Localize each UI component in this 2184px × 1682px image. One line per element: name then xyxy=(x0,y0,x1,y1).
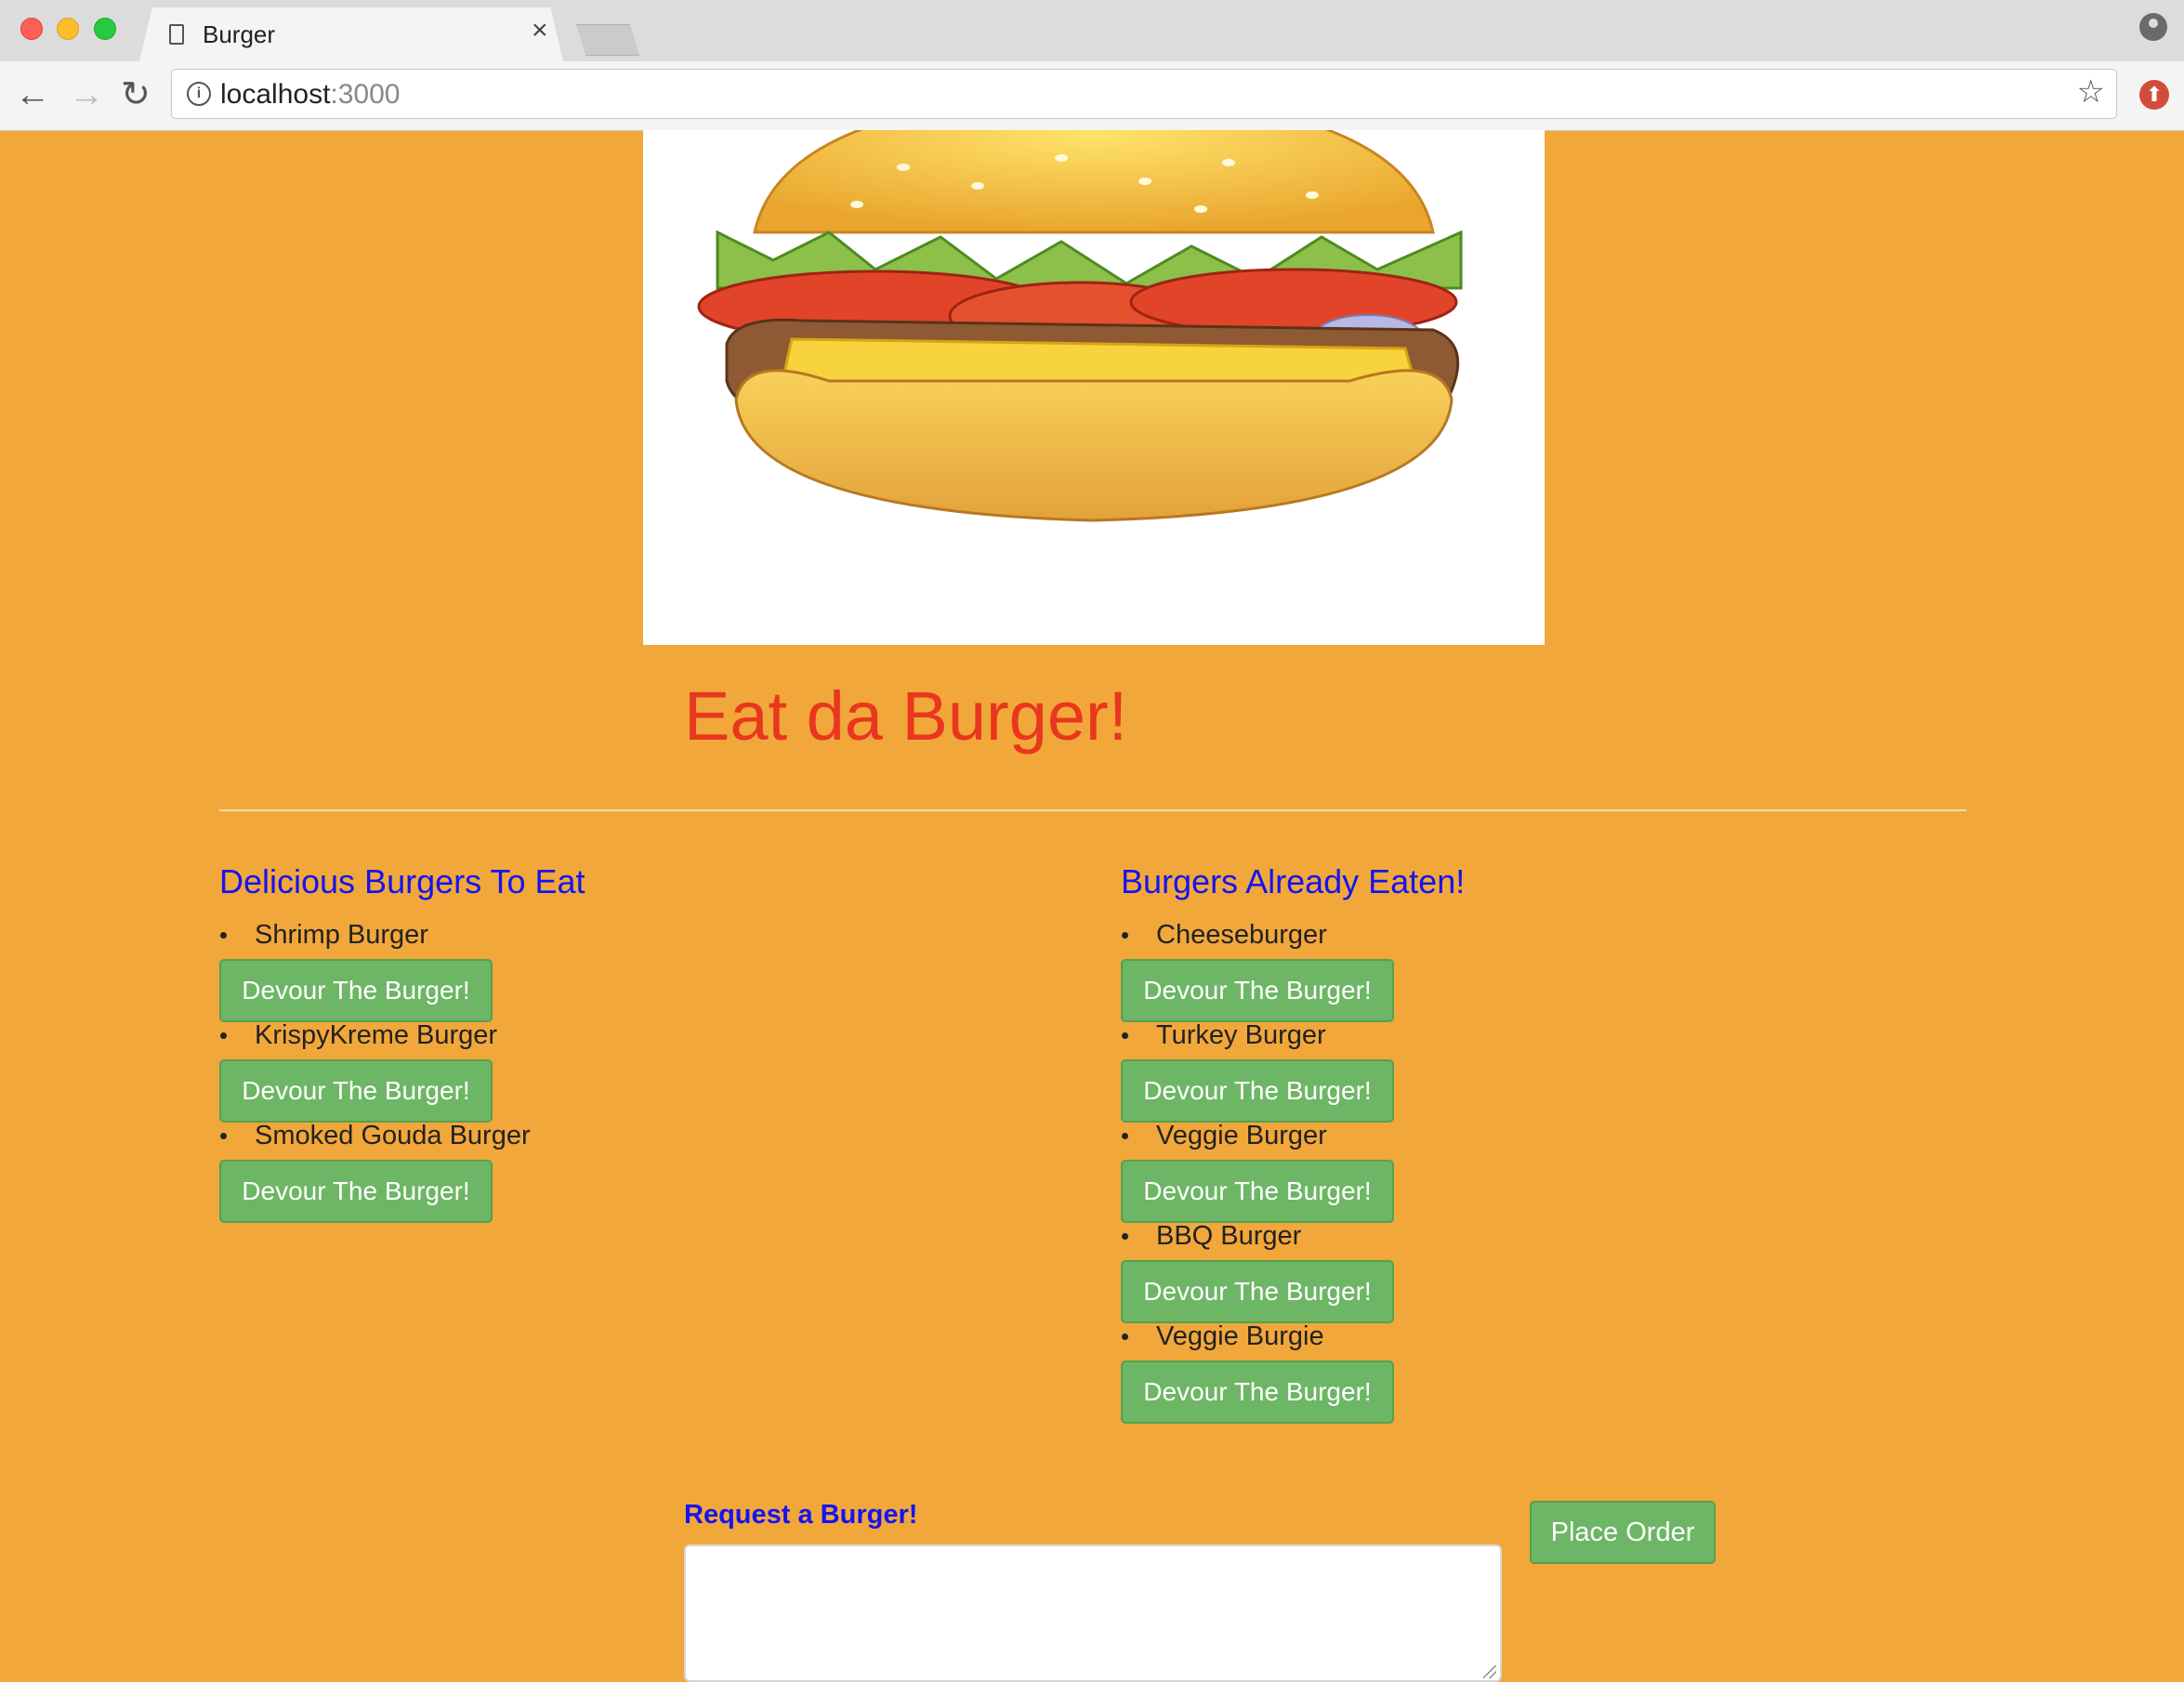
address-bar[interactable]: i localhost:3000 ☆ xyxy=(171,69,2117,119)
burger-illustration xyxy=(697,130,1463,522)
new-tab-button[interactable] xyxy=(576,24,639,56)
devour-button[interactable]: Devour The Burger! xyxy=(219,959,493,1022)
devour-button[interactable]: Devour The Burger! xyxy=(1121,1160,1394,1223)
bookmark-star-icon[interactable]: ☆ xyxy=(2077,73,2105,111)
browser-chrome: Burger × ← → ↻ i localhost:3000 ☆ ⬆ xyxy=(0,0,2184,131)
burger-name: BBQ Burger xyxy=(1121,1217,1301,1255)
devour-button[interactable]: Devour The Burger! xyxy=(1121,1360,1394,1424)
reload-icon[interactable]: ↻ xyxy=(121,74,151,115)
burger-name: Turkey Burger xyxy=(1122,1017,1326,1054)
resize-handle-icon[interactable] xyxy=(1483,1665,1496,1678)
minimize-window-icon[interactable] xyxy=(57,18,79,40)
burger-name: Veggie Burgie xyxy=(1122,1318,1324,1355)
url-port: :3000 xyxy=(330,79,401,110)
burger-name: KrispyKreme Burger xyxy=(219,1017,497,1054)
devour-button[interactable]: Devour The Burger! xyxy=(219,1059,493,1123)
url-text: localhost:3000 xyxy=(220,79,400,111)
tab-title: Burger xyxy=(203,20,276,48)
devour-button[interactable]: Devour The Burger! xyxy=(1121,1059,1394,1123)
close-tab-icon[interactable]: × xyxy=(532,17,548,45)
back-arrow-icon[interactable]: ← xyxy=(15,74,50,115)
maximize-window-icon[interactable] xyxy=(94,18,116,40)
burger-name: Veggie Burger xyxy=(1122,1117,1327,1154)
burger-hero-image xyxy=(643,130,1545,645)
extension-icon[interactable]: ⬆ xyxy=(2139,80,2169,110)
page-title: Eat da Burger! xyxy=(684,677,1128,755)
info-icon[interactable]: i xyxy=(187,82,211,106)
devour-button[interactable]: Devour The Burger! xyxy=(1121,1260,1394,1323)
url-host: localhost xyxy=(220,79,331,110)
divider xyxy=(219,809,1967,811)
place-order-button[interactable]: Place Order xyxy=(1530,1501,1716,1564)
burger-request-input[interactable] xyxy=(684,1544,1502,1682)
forward-arrow-icon[interactable]: → xyxy=(69,74,104,115)
close-window-icon[interactable] xyxy=(20,18,43,40)
eaten-heading: Burgers Already Eaten! xyxy=(1121,862,1466,900)
page-icon xyxy=(169,24,184,45)
burger-name: Cheeseburger xyxy=(1122,916,1327,953)
devour-button[interactable]: Devour The Burger! xyxy=(1121,959,1394,1022)
burger-name: Shrimp Burger xyxy=(220,916,428,953)
request-label: Request a Burger! xyxy=(684,1500,918,1530)
profile-icon[interactable] xyxy=(2139,13,2167,41)
to-eat-heading: Delicious Burgers To Eat xyxy=(219,862,585,900)
burger-name: Smoked Gouda Burger xyxy=(220,1117,531,1154)
devour-button[interactable]: Devour The Burger! xyxy=(219,1160,493,1223)
